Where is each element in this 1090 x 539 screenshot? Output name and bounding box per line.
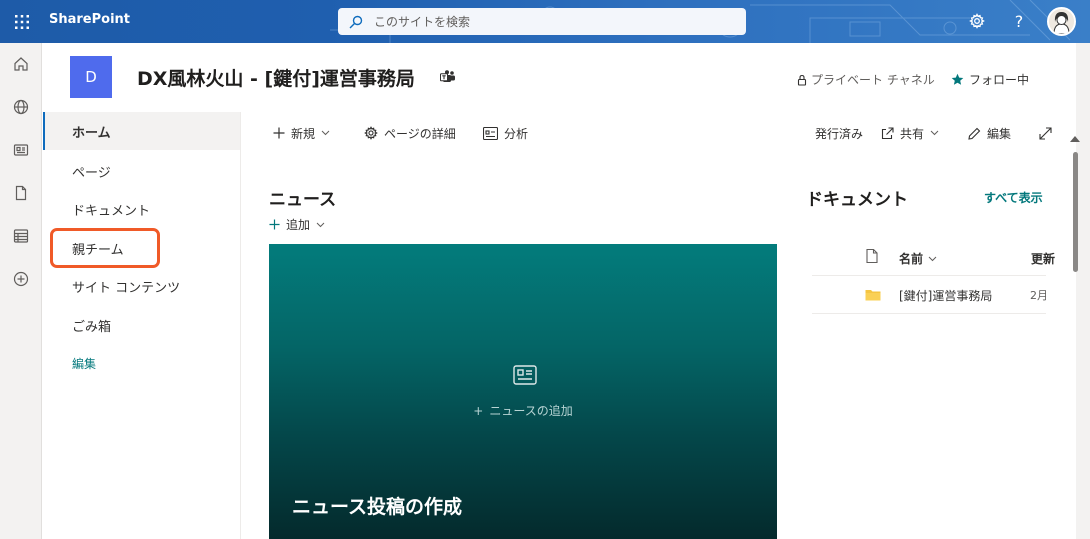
document-icon — [15, 185, 27, 201]
news-placeholder-panel[interactable]: + ニュースの追加 ニュース投稿の作成 — [269, 244, 777, 539]
analytics-icon — [483, 126, 498, 140]
appbar-files[interactable] — [10, 182, 32, 204]
nav-item-home[interactable]: ホーム — [43, 112, 240, 150]
page-details-button[interactable]: ページの詳細 — [364, 122, 456, 144]
appbar-home[interactable] — [10, 53, 32, 75]
search-input[interactable] — [374, 14, 714, 29]
list-icon — [13, 229, 29, 243]
folder-icon — [865, 290, 881, 301]
nav-item-site-contents[interactable]: サイト コンテンツ — [43, 267, 240, 305]
globe-icon — [13, 99, 29, 115]
scrollbar-thumb[interactable] — [1073, 152, 1078, 272]
nav-item-documents[interactable]: ドキュメント — [43, 190, 240, 228]
chevron-down-icon — [321, 130, 330, 136]
home-icon — [14, 57, 28, 71]
add-icon — [269, 219, 280, 230]
follow-label: フォロー中 — [969, 73, 1030, 87]
nav-edit-link[interactable]: 編集 — [43, 344, 240, 382]
settings-button[interactable] — [966, 10, 988, 32]
new-label: 新規 — [291, 126, 316, 141]
avatar[interactable] — [1047, 7, 1076, 36]
analytics-label: 分析 — [504, 126, 529, 141]
help-icon: ? — [1014, 11, 1024, 31]
edit-label: 編集 — [987, 126, 1012, 141]
edit-button[interactable]: 編集 — [968, 122, 1011, 144]
gear-icon — [969, 13, 985, 29]
document-name[interactable]: [鍵付]運営事務局 — [899, 287, 992, 304]
analytics-button[interactable]: 分析 — [483, 122, 528, 144]
name-column-header[interactable]: 名前 — [899, 250, 937, 267]
user-avatar-icon — [1049, 9, 1074, 34]
scroll-up-arrow[interactable] — [1070, 136, 1080, 142]
news-icon — [513, 365, 537, 385]
share-button[interactable]: 共有 — [881, 122, 939, 144]
chevron-down-icon — [928, 256, 937, 261]
published-status: 発行済み — [815, 122, 863, 144]
site-logo[interactable]: D — [70, 56, 112, 98]
document-row[interactable]: [鍵付]運営事務局 2月 — [812, 276, 1046, 314]
documents-header-row: 名前 更新 — [812, 244, 1055, 276]
news-add-center-label: ニュースの追加 — [489, 404, 573, 418]
privacy-text: プライベート チャネル — [811, 73, 935, 87]
chevron-down-icon — [316, 222, 325, 227]
app-bar — [0, 43, 42, 539]
news-add-center[interactable]: + ニュースの追加 — [269, 402, 777, 419]
privacy-label: プライベート チャネル — [796, 71, 935, 88]
plus-icon: + — [473, 404, 484, 418]
share-icon — [881, 126, 894, 139]
app-launcher-button[interactable] — [0, 0, 43, 43]
published-label: 発行済み — [815, 126, 864, 141]
create-news-post-heading: ニュース投稿の作成 — [292, 496, 463, 518]
appbar-create[interactable] — [10, 268, 32, 290]
news-add-button[interactable]: 追加 — [269, 216, 325, 233]
expand-icon — [1039, 126, 1052, 140]
annotation-highlight — [50, 228, 160, 268]
expand-button[interactable] — [1039, 122, 1052, 144]
appbar-sites[interactable] — [10, 96, 32, 118]
pencil-icon — [968, 127, 981, 140]
appbar-news[interactable] — [10, 139, 32, 161]
search-box[interactable] — [338, 8, 746, 35]
waffle-icon — [14, 14, 29, 29]
document-modified: 2月 — [1030, 289, 1046, 302]
page-scrollbar[interactable] — [1076, 43, 1090, 539]
follow-button[interactable]: フォロー中 — [951, 71, 1029, 88]
new-button[interactable]: 新規 — [273, 122, 330, 144]
news-section-title: ニュース — [269, 190, 337, 210]
add-icon — [273, 127, 285, 139]
appbar-lists[interactable] — [10, 225, 32, 247]
news-icon — [13, 144, 29, 156]
add-circle-icon — [13, 271, 29, 287]
nav-item-recycle-bin[interactable]: ごみ箱 — [43, 306, 240, 344]
site-title[interactable]: DX風林火山 - [鍵付]運営事務局 — [137, 64, 415, 91]
news-add-label: 追加 — [286, 218, 311, 232]
file-type-icon[interactable] — [866, 249, 878, 263]
search-icon — [338, 15, 374, 29]
app-brand[interactable]: SharePoint — [49, 12, 130, 27]
star-icon — [951, 73, 964, 85]
share-label: 共有 — [900, 126, 925, 141]
modified-column-header[interactable]: 更新 — [1031, 250, 1055, 267]
lock-icon — [797, 74, 807, 86]
chevron-down-icon — [930, 130, 939, 136]
page-details-label: ページの詳細 — [384, 126, 456, 141]
see-all-link[interactable]: すべて表示 — [984, 189, 1043, 206]
teams-icon[interactable] — [440, 69, 456, 88]
help-button[interactable]: ? — [1008, 10, 1030, 32]
documents-section-title: ドキュメント — [806, 190, 908, 210]
name-column-label: 名前 — [899, 252, 924, 266]
suite-bar: SharePoint ? — [0, 0, 1090, 43]
nav-item-pages[interactable]: ページ — [43, 152, 240, 190]
gear-icon — [364, 126, 378, 140]
left-navigation: ホーム ページ ドキュメント 親チーム サイト コンテンツ ごみ箱 編集 — [43, 112, 241, 539]
